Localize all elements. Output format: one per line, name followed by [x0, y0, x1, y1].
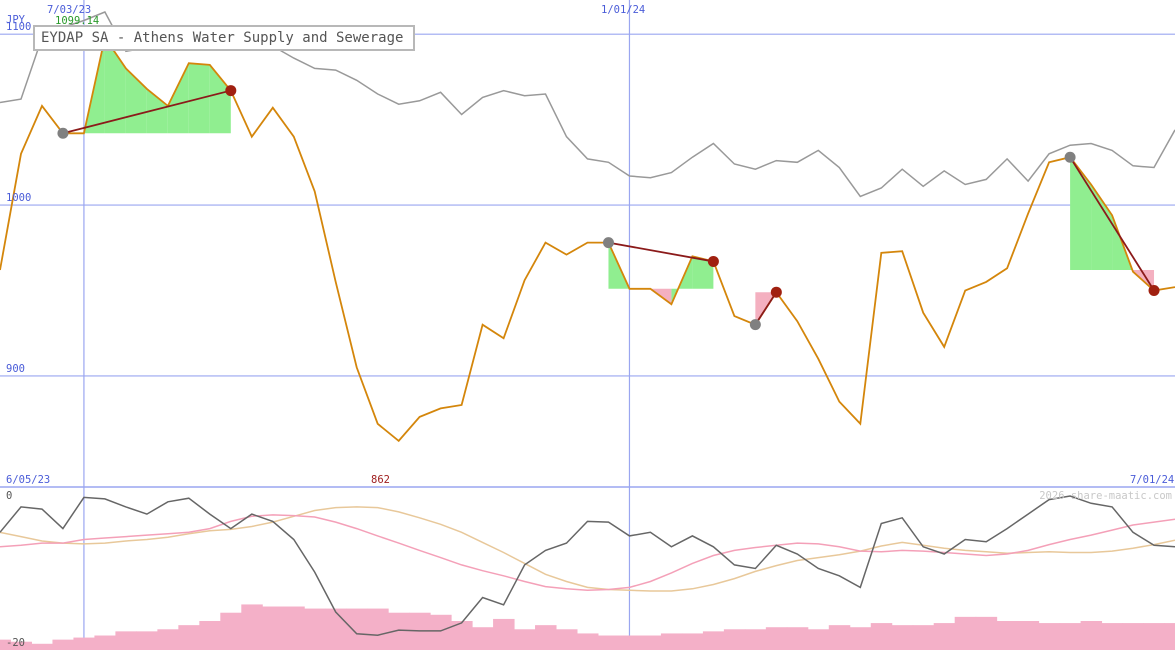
start-marker — [602, 237, 614, 249]
volume-bar — [73, 637, 95, 650]
volume-bar — [1059, 623, 1082, 650]
volume-bar — [493, 618, 515, 650]
lower-y-tick-label: -20 — [6, 637, 25, 649]
volume-bar — [1143, 623, 1166, 650]
volume-bar — [765, 627, 788, 650]
y-tick-label: 1000 — [6, 192, 31, 204]
volume-bar — [514, 629, 536, 650]
volume-bar — [556, 629, 578, 650]
volume-bar — [346, 608, 368, 650]
volume-bar — [996, 621, 1019, 650]
lower-right-date: 7/01/24 — [1130, 474, 1174, 486]
series-lines — [0, 11, 1175, 443]
y-tick-label: 900 — [6, 363, 25, 375]
volume-bar — [157, 629, 179, 650]
volume-bar — [1101, 623, 1124, 650]
volume-bar — [304, 608, 326, 650]
volume-bar — [723, 629, 746, 650]
volume-bar — [954, 616, 977, 650]
volume-bar — [115, 631, 137, 650]
volume-bar — [681, 633, 704, 650]
volume-bar — [786, 627, 809, 650]
watermark: 2026 share-maatic.com — [1039, 490, 1172, 502]
lower-low-label: 862 — [371, 474, 390, 486]
volume-bar — [472, 627, 494, 650]
volume-bar — [367, 608, 389, 650]
price-chart: JPY 7/03/23 1099.14 1/01/24 6/05/23 7/01… — [0, 0, 1175, 650]
volume-bar — [31, 643, 53, 650]
volume-bar — [807, 629, 830, 650]
volume-bar — [1122, 623, 1145, 650]
end-marker — [1148, 284, 1160, 296]
volume-bar — [1017, 621, 1040, 650]
volume-bar — [535, 625, 557, 650]
volume-bar — [828, 625, 851, 650]
lower-y-tick-label: 0 — [6, 490, 12, 502]
volume-bar — [199, 621, 221, 650]
volume-bar — [597, 635, 620, 650]
volume-bar — [262, 606, 284, 650]
gain-area — [1091, 184, 1113, 270]
volume-bar — [660, 633, 683, 650]
ma-slow-line — [0, 506, 1175, 592]
start-marker — [749, 319, 761, 331]
chart-title: EYDAP SA - Athens Water Supply and Sewer… — [33, 25, 416, 51]
oscillator-line — [0, 495, 1175, 636]
lower-left-date: 6/05/23 — [6, 474, 50, 486]
volume-bar — [870, 623, 893, 650]
gain-loss-fills — [83, 37, 1155, 325]
upper-date-tick: 1/01/24 — [601, 4, 645, 16]
volume-bar — [1164, 623, 1175, 650]
end-marker — [707, 255, 719, 267]
volume-bar — [912, 625, 935, 650]
volume-bar — [1038, 623, 1061, 650]
volume-bar — [220, 612, 242, 650]
volume-bar — [618, 635, 641, 650]
start-marker — [1064, 151, 1076, 163]
volume-bar — [1080, 621, 1103, 650]
volume-bar — [283, 606, 305, 650]
volume-bar — [577, 633, 599, 650]
trend-line — [608, 241, 714, 263]
volume-bar — [849, 627, 872, 650]
volume-bar — [891, 625, 914, 650]
volume-bar — [702, 631, 725, 650]
end-marker — [770, 286, 782, 298]
volume-bar — [178, 625, 200, 650]
volume-bar — [94, 635, 116, 650]
end-marker — [225, 85, 237, 97]
y-tick-label: 1100 — [6, 21, 31, 33]
volume-bar — [325, 608, 347, 650]
lower-panel — [0, 495, 1175, 650]
chart-stage: JPY 7/03/23 1099.14 1/01/24 6/05/23 7/01… — [0, 0, 1175, 650]
volume-bar — [933, 623, 956, 650]
volume-bar — [744, 629, 767, 650]
gain-area — [209, 64, 231, 134]
volume-bar — [241, 604, 263, 650]
volume-bar — [430, 614, 452, 650]
volume-bar — [136, 631, 158, 650]
volume-bar — [975, 616, 998, 650]
volume-bar — [639, 635, 662, 650]
start-marker — [57, 127, 69, 139]
volume-bar — [52, 639, 74, 650]
